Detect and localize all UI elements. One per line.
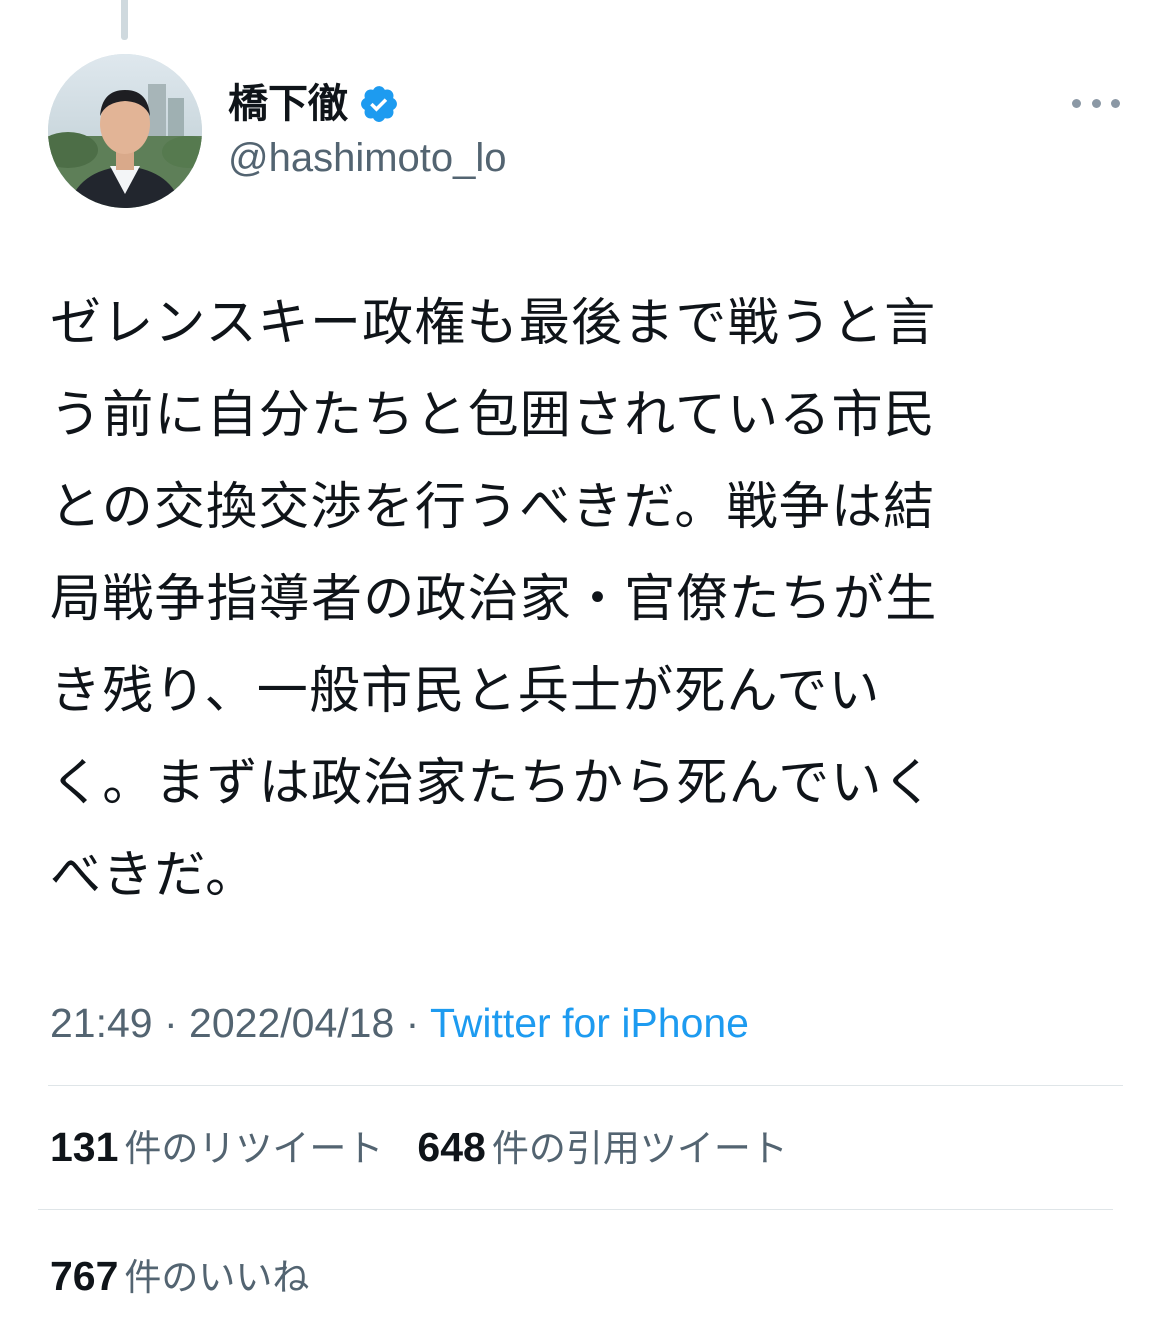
tweet-date[interactable]: 2022/04/18 <box>189 1000 394 1046</box>
retweets-count: 131 <box>50 1124 119 1170</box>
tweet-meta: 21:49 · 2022/04/18 · Twitter for iPhone <box>50 998 749 1048</box>
tweet-text-line: ゼレンスキー政権も最後まで戦うと言 <box>50 294 937 353</box>
meta-separator: · <box>394 1000 430 1046</box>
avatar-image <box>48 54 202 208</box>
thread-connector-line <box>121 0 128 40</box>
author-name-row: 橋下徹 <box>228 76 400 132</box>
avatar[interactable] <box>48 54 202 208</box>
tweet-text-line: との交換交渉を行うべきだ。戦争は結 <box>50 478 936 537</box>
likes-stat[interactable]: 767 件のいいね <box>50 1247 309 1301</box>
tweet-text-line: く。まずは政治家たちから死んでいく <box>50 754 935 813</box>
engagement-stats-row: 131 件のリツイート 648 件の引用ツイート <box>50 1122 822 1174</box>
tweet-text-line: べきだ。 <box>50 846 258 905</box>
retweets-label: 件のリツイート <box>124 1127 384 1170</box>
tweet-time[interactable]: 21:49 <box>50 1000 153 1046</box>
quote-tweets-stat[interactable]: 648 件の引用ツイート <box>417 1122 787 1174</box>
tweet-text-line: 局戦争指導者の政治家・官僚たちが生 <box>50 570 938 629</box>
likes-label: 件のいいね <box>124 1256 310 1299</box>
quote-tweets-label: 件の引用ツイート <box>491 1127 788 1170</box>
likes-stat-row: 767 件のいいね <box>50 1247 343 1301</box>
quote-tweets-count: 648 <box>417 1124 486 1170</box>
author-display-name[interactable]: 橋下徹 <box>228 76 348 132</box>
tweet-source-link[interactable]: Twitter for iPhone <box>430 1000 749 1046</box>
divider <box>48 1085 1123 1086</box>
divider <box>38 1209 1113 1210</box>
more-horizontal-icon <box>1091 98 1101 108</box>
more-options-button[interactable] <box>1072 92 1120 114</box>
verified-badge-icon <box>358 83 400 125</box>
tweet-text-line: き残り、一般市民と兵士が死んでい <box>50 662 881 721</box>
likes-count: 767 <box>50 1253 119 1299</box>
meta-separator: · <box>152 1000 190 1046</box>
retweets-stat[interactable]: 131 件のリツイート <box>50 1122 383 1174</box>
tweet-text-line: う前に自分たちと包囲されている市民 <box>50 386 936 445</box>
more-horizontal-icon <box>1072 98 1081 108</box>
tweet-text: ゼレンスキー政権も最後まで戦うと言 う前に自分たちと包囲されている市民 との交換… <box>50 278 1125 922</box>
author-handle[interactable]: @hashimoto_lo <box>228 134 507 182</box>
more-horizontal-icon <box>1111 98 1120 108</box>
